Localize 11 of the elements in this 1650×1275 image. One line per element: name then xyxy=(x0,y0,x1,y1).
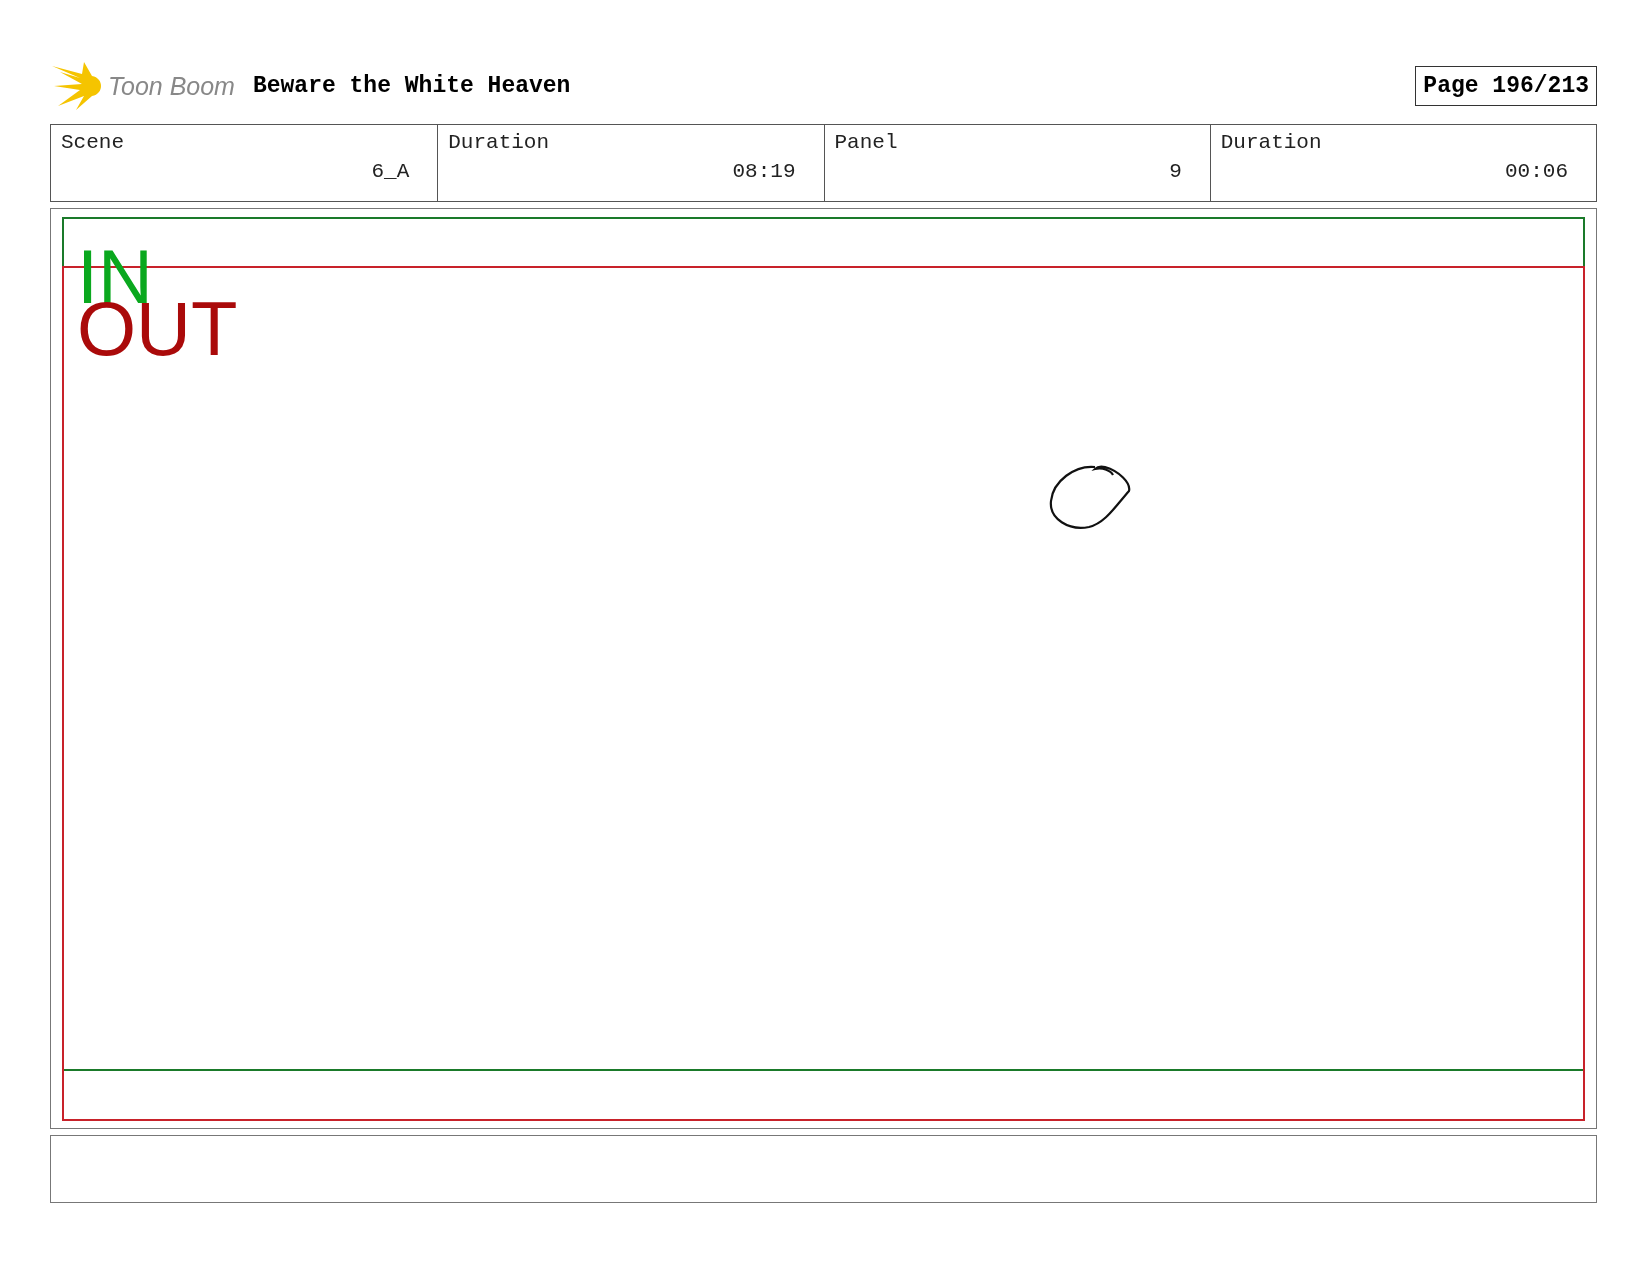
info-label: Duration xyxy=(1220,131,1323,154)
info-label: Panel xyxy=(834,131,899,154)
page-number: Page 196/213 xyxy=(1415,66,1597,106)
info-label: Duration xyxy=(448,131,551,154)
logo-text: Toon Boom xyxy=(108,71,235,101)
info-value: 00:06 xyxy=(1504,160,1568,183)
info-value: 6_A xyxy=(370,160,410,183)
storyboard-title: Beware the White Heaven xyxy=(252,73,572,99)
info-value: 9 xyxy=(1168,160,1182,183)
info-value: 08:19 xyxy=(731,160,796,183)
info-label: Scene xyxy=(61,131,125,154)
